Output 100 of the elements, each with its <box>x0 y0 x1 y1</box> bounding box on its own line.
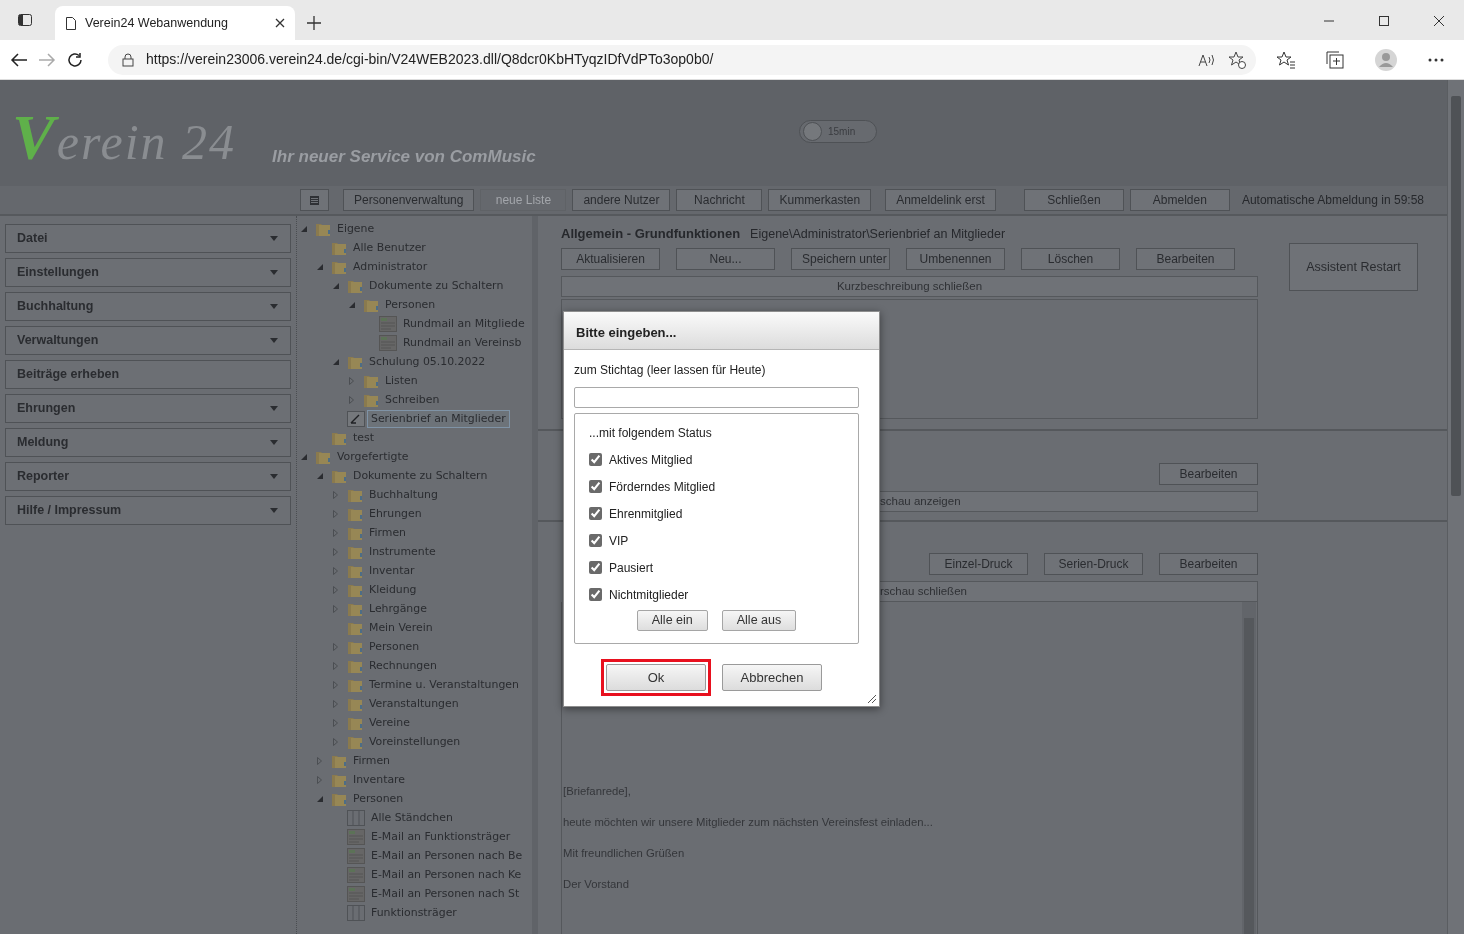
toolbar-button[interactable]: Anmeldelink erst <box>885 189 996 211</box>
reload-icon[interactable] <box>66 50 84 69</box>
action-button[interactable]: Bearbeiten <box>1159 462 1258 485</box>
new-tab-icon[interactable] <box>307 16 321 30</box>
sidebar-item[interactable]: Einstellungen <box>5 258 291 287</box>
tree-item[interactable]: Instrumente <box>365 542 440 561</box>
tree-item[interactable]: Kleidung <box>365 580 421 599</box>
tree-item[interactable]: Dokumente zu Schaltern <box>349 466 492 485</box>
select-button[interactable]: Alle ein <box>636 610 708 631</box>
tree-item[interactable]: Funktionsträger <box>367 903 461 922</box>
collapsed-icon[interactable] <box>333 490 338 499</box>
address-bar[interactable]: https://verein23006.verein24.de/cgi-bin/V24WEB2023.dll/Q8dcr0KbHTyqzIDfVdPTo3op0b0/ <box>108 44 1256 75</box>
collapsed-icon[interactable] <box>333 699 338 708</box>
tree-item[interactable]: Dokumente zu Schaltern <box>365 276 508 295</box>
sidebar-item[interactable]: Hilfe / Impressum <box>5 496 291 525</box>
collections-icon[interactable] <box>1326 50 1344 69</box>
tree-item[interactable]: Personen <box>365 637 424 656</box>
tree-item[interactable]: Lehrgänge <box>365 599 431 618</box>
toggle-bar[interactable]: rschau schließen <box>879 580 1258 602</box>
tree-item[interactable]: Rechnungen <box>365 656 441 675</box>
collapsed-icon[interactable] <box>333 718 338 727</box>
checkbox[interactable] <box>589 480 602 493</box>
back-icon[interactable] <box>10 51 28 68</box>
tree-item[interactable]: Ehrungen <box>365 504 426 523</box>
sidebar-item[interactable]: Meldung <box>5 428 291 457</box>
tree-item[interactable]: Personen <box>349 789 408 808</box>
action-button[interactable]: Bearbeiten <box>1159 552 1258 575</box>
collapsed-icon[interactable] <box>349 376 354 385</box>
collapsed-icon[interactable] <box>333 528 338 537</box>
action-button[interactable]: Speichern unter <box>791 247 890 270</box>
sidebar-item[interactable]: Beiträge erheben <box>5 360 291 389</box>
collapsed-icon[interactable] <box>333 642 338 651</box>
action-button[interactable]: Einzel-Druck <box>929 552 1028 575</box>
tree-item[interactable]: E-Mail an Personen nach St <box>367 884 524 903</box>
date-field[interactable] <box>574 387 859 408</box>
tree-item[interactable]: Schulung 05.10.2022 <box>365 352 490 371</box>
tree-item[interactable]: Schreiben <box>381 390 444 409</box>
dialog-button[interactable]: Ok <box>606 664 706 691</box>
action-button[interactable]: Bearbeiten <box>1136 247 1235 270</box>
tree-item[interactable]: Eigene <box>333 219 379 238</box>
tree-item[interactable]: E-Mail an Personen nach Be <box>367 846 527 865</box>
tree-item[interactable]: Firmen <box>365 523 410 542</box>
collapsed-icon[interactable] <box>333 547 338 556</box>
sidebar-icon[interactable] <box>17 12 33 28</box>
tree-item[interactable]: Inventare <box>349 770 410 789</box>
tree-item[interactable]: Voreinstellungen <box>365 732 465 751</box>
sidebar-item[interactable]: Datei <box>5 224 291 253</box>
expanded-icon[interactable] <box>317 472 323 479</box>
assistant-button[interactable]: Assistent Restart <box>1289 243 1418 291</box>
browser-tab[interactable]: Verein24 Webanwendung <box>55 6 295 40</box>
tree-item[interactable]: Alle Benutzer <box>349 238 430 257</box>
toolbar-button[interactable]: Kummerkasten <box>768 189 872 211</box>
sidebar-item[interactable]: Verwaltungen <box>5 326 291 355</box>
collapsed-icon[interactable] <box>333 604 338 613</box>
tree-item[interactable]: Firmen <box>349 751 394 770</box>
toggle-bar[interactable]: schau anzeigen <box>879 490 1258 512</box>
sidebar-item[interactable]: Ehrungen <box>5 394 291 423</box>
scrollbar[interactable] <box>1447 80 1464 934</box>
tree-item[interactable]: Inventar <box>365 561 419 580</box>
collapsed-icon[interactable] <box>333 680 338 689</box>
expanded-icon[interactable] <box>349 301 355 308</box>
action-button[interactable]: Neu... <box>676 247 775 270</box>
tree-item[interactable]: Buchhaltung <box>365 485 442 504</box>
resize-grip-icon[interactable] <box>867 694 877 704</box>
expanded-icon[interactable] <box>317 795 323 802</box>
read-aloud-icon[interactable] <box>1198 52 1216 67</box>
tree-item[interactable]: Vereine <box>365 713 414 732</box>
sidebar-item[interactable]: Buchhaltung <box>5 292 291 321</box>
maximize-icon[interactable] <box>1379 16 1389 26</box>
collapsed-icon[interactable] <box>333 585 338 594</box>
expanded-icon[interactable] <box>301 225 307 232</box>
tree-item[interactable]: E-Mail an Personen nach Ke <box>367 865 526 884</box>
collapsed-icon[interactable] <box>333 737 338 746</box>
tree-item[interactable]: Mein Verein <box>365 618 437 637</box>
tree-item[interactable]: Veranstaltungen <box>365 694 463 713</box>
action-button[interactable]: Aktualisieren <box>561 247 660 270</box>
collapsed-icon[interactable] <box>317 756 322 765</box>
menu-button[interactable] <box>300 189 329 211</box>
close-icon[interactable] <box>1434 16 1444 26</box>
action-button[interactable]: Löschen <box>1021 247 1120 270</box>
expanded-icon[interactable] <box>333 358 339 365</box>
more-icon[interactable] <box>1428 57 1444 62</box>
collapsed-icon[interactable] <box>333 509 338 518</box>
toolbar-button[interactable]: andere Nutzer <box>572 189 671 211</box>
tree-item[interactable]: Rundmail an Vereinsb <box>399 333 526 352</box>
tree-item[interactable]: E-Mail an Funktionsträger <box>367 827 515 846</box>
scrollbar[interactable] <box>1242 601 1256 934</box>
tree-item[interactable]: Listen <box>381 371 422 390</box>
tree-item[interactable]: Personen <box>381 295 440 314</box>
checkbox[interactable] <box>589 561 602 574</box>
favorites-icon[interactable] <box>1276 50 1296 69</box>
action-button[interactable]: Umbenennen <box>906 247 1005 270</box>
sidebar-item[interactable]: Reporter <box>5 462 291 491</box>
toolbar-button[interactable]: Personenverwaltung <box>343 189 475 211</box>
tree-item[interactable]: test <box>349 428 378 447</box>
tree-item[interactable]: Serienbrief an Mitglieder <box>367 409 510 428</box>
dialog-button[interactable]: Abbrechen <box>722 664 822 691</box>
collapsed-icon[interactable] <box>333 661 338 670</box>
tree-item[interactable]: Termine u. Veranstaltungen <box>365 675 523 694</box>
toggle-bar[interactable]: Kurzbeschreibung schließen <box>561 275 1258 297</box>
